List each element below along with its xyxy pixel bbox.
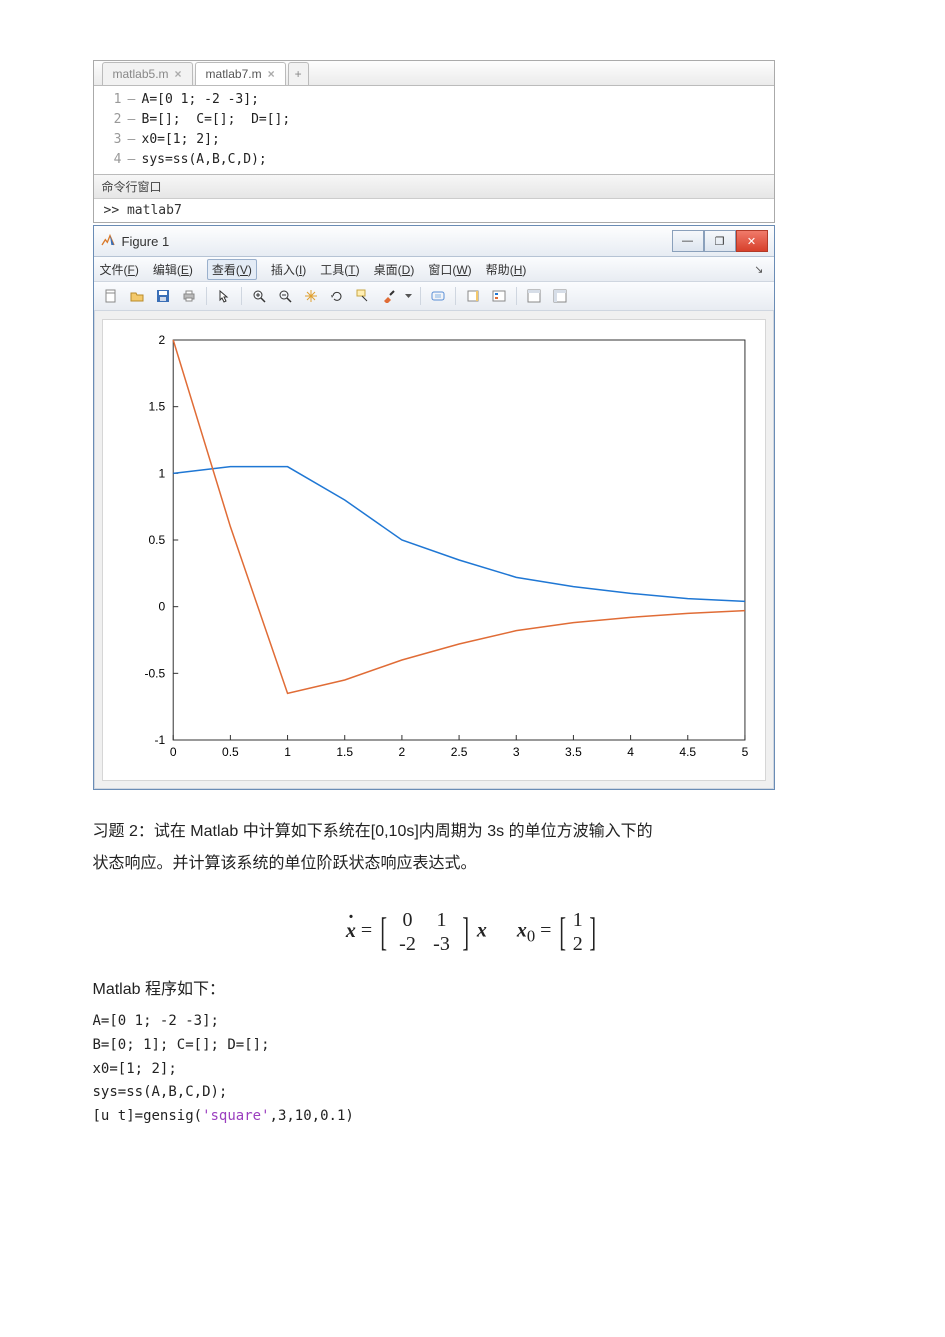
code-line: A=[0 1; -2 -3]; bbox=[142, 90, 259, 110]
tab-label: matlab5.m bbox=[113, 67, 169, 81]
svg-text:0.5: 0.5 bbox=[148, 533, 165, 547]
figure-menubar: 文件(F) 编辑(E) 查看(V) 插入(I) 工具(T) 桌面(D) 窗口(W… bbox=[94, 257, 774, 282]
svg-text:1.5: 1.5 bbox=[148, 400, 165, 414]
matlab-icon bbox=[100, 233, 116, 249]
svg-text:2: 2 bbox=[158, 333, 165, 347]
code-line: B=[]; C=[]; D=[]; bbox=[142, 110, 291, 130]
code-line: x0=[1; 2]; bbox=[93, 1058, 853, 1082]
figure-toolbar bbox=[94, 282, 774, 311]
legend-icon[interactable] bbox=[488, 285, 510, 307]
svg-text:1: 1 bbox=[158, 466, 165, 480]
svg-text:5: 5 bbox=[741, 745, 748, 759]
editor-tab-add[interactable]: + bbox=[288, 62, 309, 85]
maximize-button[interactable]: ❐ bbox=[704, 230, 736, 252]
hide-tools-icon[interactable] bbox=[523, 285, 545, 307]
pan-icon[interactable] bbox=[300, 285, 322, 307]
rotate-icon[interactable] bbox=[326, 285, 348, 307]
menu-tools[interactable]: 工具(T) bbox=[320, 261, 359, 278]
problem-text-line2: 状态响应。并计算该系统的单位阶跃状态响应表达式。 bbox=[93, 848, 853, 880]
print-icon[interactable] bbox=[178, 285, 200, 307]
svg-text:4.5: 4.5 bbox=[679, 745, 696, 759]
svg-text:3: 3 bbox=[512, 745, 519, 759]
show-tools-icon[interactable] bbox=[549, 285, 571, 307]
datatip-icon[interactable] bbox=[352, 285, 374, 307]
formula: x = [ 01 -2-3 ] x x0 = [ 1 2 ] bbox=[93, 908, 853, 956]
editor-panel: matlab5.m × matlab7.m × + 1–A=[0 1; -2 -… bbox=[93, 60, 775, 223]
pointer-icon[interactable] bbox=[213, 285, 235, 307]
menu-edit[interactable]: 编辑(E) bbox=[153, 261, 193, 278]
svg-text:4: 4 bbox=[627, 745, 634, 759]
zoom-in-icon[interactable] bbox=[248, 285, 270, 307]
code-line: x0=[1; 2]; bbox=[142, 130, 220, 150]
command-window-title: 命令行窗口 bbox=[94, 175, 774, 199]
open-icon[interactable] bbox=[126, 285, 148, 307]
brush-icon[interactable] bbox=[378, 285, 400, 307]
listing-header: Matlab 程序如下： bbox=[93, 974, 853, 1006]
figure-title: Figure 1 bbox=[122, 234, 672, 249]
menu-help[interactable]: 帮助(H) bbox=[486, 261, 527, 278]
figure-titlebar[interactable]: Figure 1 — ❐ ✕ bbox=[94, 226, 774, 257]
menu-expand-icon[interactable]: ↘ bbox=[750, 263, 767, 276]
code-line: sys=ss(A,B,C,D); bbox=[142, 150, 267, 170]
svg-text:0.5: 0.5 bbox=[222, 745, 239, 759]
save-icon[interactable] bbox=[152, 285, 174, 307]
code-line: B=[0; 1]; C=[]; D=[]; bbox=[93, 1034, 853, 1058]
svg-text:0: 0 bbox=[169, 745, 176, 759]
new-icon[interactable] bbox=[100, 285, 122, 307]
minimize-button[interactable]: — bbox=[672, 230, 704, 252]
link-icon[interactable] bbox=[427, 285, 449, 307]
svg-text:0: 0 bbox=[158, 600, 165, 614]
close-icon[interactable]: × bbox=[175, 67, 182, 81]
menu-desktop[interactable]: 桌面(D) bbox=[374, 261, 415, 278]
colorbar-icon[interactable] bbox=[462, 285, 484, 307]
menu-file[interactable]: 文件(F) bbox=[100, 261, 139, 278]
editor-tab-matlab5[interactable]: matlab5.m × bbox=[102, 62, 193, 85]
tab-label: matlab7.m bbox=[206, 67, 262, 81]
svg-text:2: 2 bbox=[398, 745, 405, 759]
figure-window: Figure 1 — ❐ ✕ 文件(F) 编辑(E) 查看(V) 插入(I) 工… bbox=[93, 225, 775, 790]
code-line: [u t]=gensig('square',3,10,0.1) bbox=[93, 1105, 853, 1129]
svg-text:2.5: 2.5 bbox=[450, 745, 467, 759]
dropdown-icon[interactable] bbox=[404, 285, 414, 307]
code-line: A=[0 1; -2 -3]; bbox=[93, 1010, 853, 1034]
code-listing: A=[0 1; -2 -3]; B=[0; 1]; C=[]; D=[]; x0… bbox=[93, 1010, 853, 1129]
zoom-out-icon[interactable] bbox=[274, 285, 296, 307]
menu-window[interactable]: 窗口(W) bbox=[428, 261, 471, 278]
menu-view[interactable]: 查看(V) bbox=[207, 259, 257, 280]
command-window: 命令行窗口 >> matlab7 bbox=[94, 174, 774, 222]
svg-text:1: 1 bbox=[284, 745, 291, 759]
code-line: sys=ss(A,B,C,D); bbox=[93, 1081, 853, 1105]
editor-code[interactable]: 1–A=[0 1; -2 -3]; 2–B=[]; C=[]; D=[]; 3–… bbox=[94, 86, 774, 174]
menu-insert[interactable]: 插入(I) bbox=[271, 261, 306, 278]
svg-text:1.5: 1.5 bbox=[336, 745, 353, 759]
close-button[interactable]: ✕ bbox=[736, 230, 768, 252]
svg-text:3.5: 3.5 bbox=[565, 745, 582, 759]
svg-text:-0.5: -0.5 bbox=[144, 666, 165, 680]
editor-tabbar: matlab5.m × matlab7.m × + bbox=[94, 61, 774, 86]
close-icon[interactable]: × bbox=[268, 67, 275, 81]
editor-tab-matlab7[interactable]: matlab7.m × bbox=[195, 62, 286, 85]
svg-text:-1: -1 bbox=[154, 733, 165, 747]
command-prompt[interactable]: >> matlab7 bbox=[94, 199, 774, 222]
figure-axes[interactable]: 0 0.5 1 1.5 2 2.5 3 3.5 4 4.5 5 -1 -0.5 0 0.5 1 1.5 2 bbox=[102, 319, 766, 781]
problem-text-line1: 习题 2：试在 Matlab 中计算如下系统在[0,10s]内周期为 3s 的单… bbox=[93, 816, 853, 848]
